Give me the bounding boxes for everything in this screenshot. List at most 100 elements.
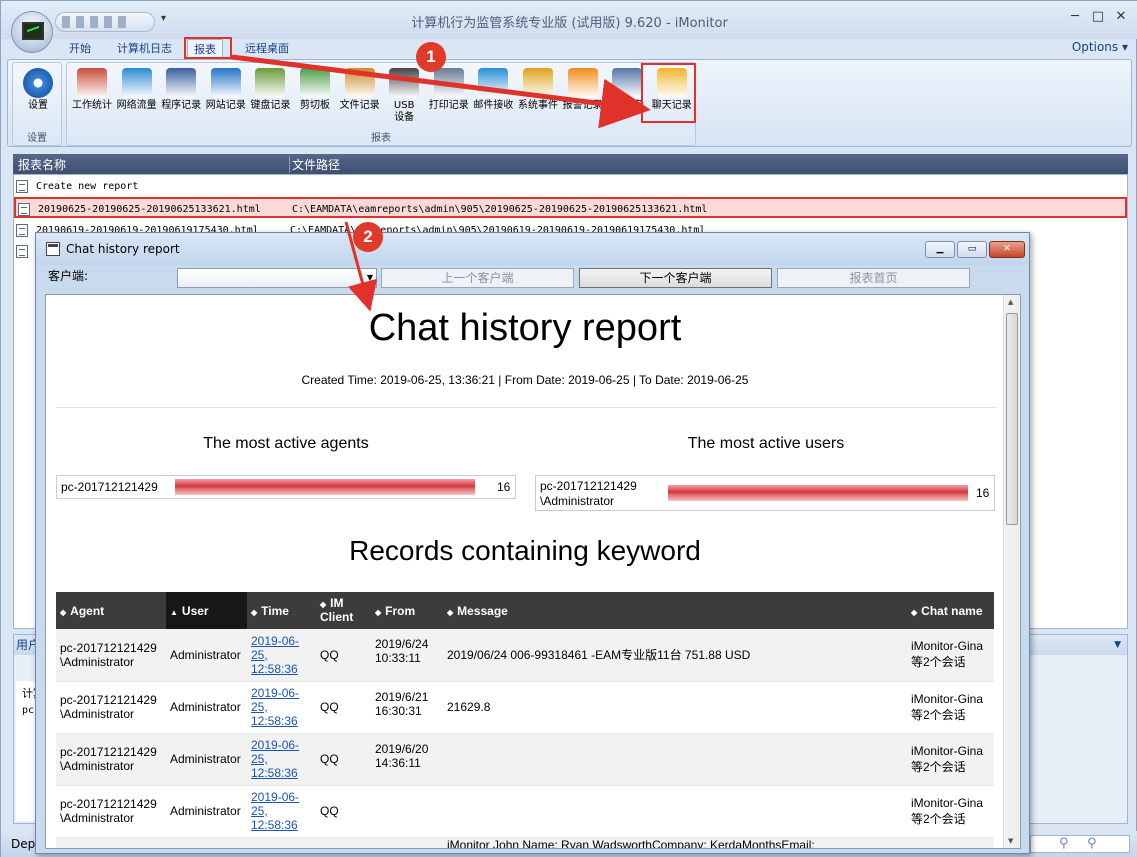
minimize-button[interactable]: ─ bbox=[1064, 9, 1086, 27]
agent-cell: pc-201712121429 \Administrator bbox=[56, 785, 166, 838]
program-log-icon bbox=[166, 68, 197, 98]
keyword-icon bbox=[612, 68, 643, 98]
im-client-cell: QQ bbox=[316, 785, 371, 838]
reports-group-label: 报表 bbox=[371, 133, 391, 144]
time-link[interactable]: 2019-06- 25, 12:58:36 bbox=[251, 738, 312, 780]
ribbon-button-10[interactable]: 系统事件 bbox=[515, 65, 561, 131]
tab-start[interactable]: 开始 bbox=[63, 39, 97, 59]
scroll-down-icon[interactable]: ▼ bbox=[1008, 837, 1013, 845]
previous-client-button[interactable]: 上一个客户端 bbox=[381, 268, 574, 288]
ribbon-button-5[interactable]: 剪切板 bbox=[292, 65, 338, 131]
report-path: C:\EAMDATA\eamreports\admin\905\20190625… bbox=[292, 204, 708, 215]
report-name: 20190625-20190625-20190625133621.html bbox=[38, 204, 261, 215]
column-agent[interactable]: ◆ Agent bbox=[56, 592, 166, 629]
ribbon-button-7[interactable]: USB 设备 bbox=[381, 65, 427, 131]
mail-receive-icon bbox=[478, 68, 509, 98]
zoom-control[interactable]: ⚲ ⚲ bbox=[1030, 835, 1130, 853]
tab-remote-desktop[interactable]: 远程桌面 bbox=[239, 39, 295, 59]
list-item-selected[interactable]: 20190625-20190625-20190625133621.html C:… bbox=[14, 197, 1127, 218]
application-menu-button[interactable] bbox=[11, 11, 53, 53]
dialog-maximize-button[interactable]: ▭ bbox=[957, 241, 987, 258]
user-cell: Administrator bbox=[166, 681, 247, 734]
time-link[interactable]: 2019-06- 25, 12:58:36 bbox=[251, 686, 312, 728]
im-client-cell: QQ bbox=[316, 681, 371, 734]
column-chat-name[interactable]: ◆ Chat name bbox=[907, 592, 994, 629]
settings-button[interactable]: 设置 bbox=[15, 65, 61, 131]
column-file-path[interactable]: 文件路径 bbox=[289, 156, 340, 173]
user-name: pc-201712121429 bbox=[540, 479, 637, 493]
scroll-thumb[interactable] bbox=[1006, 313, 1018, 525]
clipboard-icon bbox=[300, 68, 330, 98]
report-title: Chat history report bbox=[368, 307, 682, 349]
close-button[interactable]: ✕ bbox=[1110, 9, 1132, 27]
ribbon-button-0[interactable]: 工作统计 bbox=[69, 65, 115, 131]
website-log-icon bbox=[210, 68, 241, 98]
ribbon-button-label: 网站记录 bbox=[205, 100, 246, 111]
time-cell[interactable]: 2019-06- 25, 12:58:36 bbox=[247, 629, 316, 682]
next-client-button[interactable]: 下一个客户端 bbox=[579, 268, 772, 288]
ribbon-button-9[interactable]: 邮件接收 bbox=[470, 65, 516, 131]
usb-device-icon bbox=[389, 68, 420, 98]
top-agent-row: pc-201712121429 16 bbox=[56, 475, 516, 499]
from-cell: 2019/6/24 10:33:11 bbox=[371, 629, 443, 682]
ribbon-button-6[interactable]: 文件记录 bbox=[337, 65, 383, 131]
print-log-icon bbox=[433, 68, 464, 98]
chat-log-highlight bbox=[641, 63, 696, 123]
ribbon-button-4[interactable]: 键盘记录 bbox=[247, 65, 293, 131]
ribbon-button-label: 系统事件 bbox=[518, 100, 558, 111]
options-menu[interactable]: Options ▾ bbox=[1072, 40, 1128, 54]
system-event-icon bbox=[523, 68, 553, 98]
column-message[interactable]: ◆ Message bbox=[443, 592, 907, 629]
user-cell: Administrator bbox=[166, 785, 247, 838]
step-2-badge: 2 bbox=[353, 222, 383, 252]
time-cell[interactable]: 2019-06- 25, 12:58:36 bbox=[247, 733, 316, 786]
document-icon bbox=[16, 224, 28, 237]
from-cell: 2019/6/21 16:30:31 bbox=[371, 681, 443, 734]
dialog-toolbar: 客户端: ▼ 上一个客户端 下一个客户端 报表首页 bbox=[44, 265, 1023, 291]
ribbon-button-label: 键盘记录 bbox=[250, 100, 291, 111]
user-count: 16 bbox=[976, 486, 990, 500]
chat-history-dialog: Chat history report ▁ ▭ ✕ 客户端: ▼ 上一个客户端 … bbox=[35, 232, 1030, 854]
document-icon bbox=[16, 245, 28, 258]
time-link[interactable]: 2019-06- 25, 12:58:36 bbox=[251, 634, 312, 676]
ribbon-button-label: 文件记录 bbox=[339, 100, 380, 111]
ribbon-button-label: 剪切板 bbox=[300, 100, 330, 111]
time-cell[interactable]: 2019-06- 25, 12:58:36 bbox=[247, 681, 316, 734]
report-list-header: 报表名称 文件路径 bbox=[13, 154, 1128, 174]
ribbon-button-1[interactable]: 网络流量 bbox=[114, 65, 160, 131]
column-from[interactable]: ◆ From bbox=[371, 592, 443, 629]
column-time[interactable]: ◆ Time bbox=[247, 592, 316, 629]
from-cell: 2019/6/20 14:36:11 bbox=[371, 733, 443, 786]
dialog-close-button[interactable]: ✕ bbox=[989, 241, 1025, 258]
vertical-scrollbar[interactable]: ▲ ▼ bbox=[1003, 295, 1020, 848]
dialog-minimize-button[interactable]: ▁ bbox=[925, 241, 955, 258]
window-title: 计算机行为监管系统专业版 (试用版) 9.620 - iMonitor bbox=[411, 16, 728, 31]
column-im-client[interactable]: ◆ IM Client bbox=[316, 592, 371, 629]
zoom-out-icon[interactable]: ⚲ bbox=[1059, 836, 1069, 851]
scroll-up-icon[interactable]: ▲ bbox=[1008, 298, 1013, 306]
column-report-name[interactable]: 报表名称 bbox=[18, 156, 66, 173]
zoom-in-icon[interactable]: ⚲ bbox=[1087, 836, 1097, 851]
user-name-line2: \Administrator bbox=[540, 494, 615, 508]
agent-cell: pc-201712121429 \Administrator bbox=[56, 733, 166, 786]
ribbon-button-11[interactable]: 报警记录 bbox=[560, 65, 606, 131]
ribbon-button-3[interactable]: 网站记录 bbox=[203, 65, 249, 131]
title-bar: ▾ 计算机行为监管系统专业版 (试用版) 9.620 - iMonitor ─ … bbox=[1, 1, 1137, 39]
document-icon bbox=[18, 203, 30, 216]
list-item[interactable]: Create new report bbox=[14, 176, 1127, 197]
column-user[interactable]: ▲ User bbox=[166, 592, 247, 629]
message-cell: 2019/06/24 006-99318461 -EAM专业版11台 751.8… bbox=[443, 629, 907, 682]
chat-name-cell: iMonitor-Gina 等2个会话 bbox=[907, 629, 994, 682]
tab-computer-log[interactable]: 计算机日志 bbox=[111, 39, 178, 59]
chevron-down-icon[interactable]: ▼ bbox=[1114, 635, 1121, 655]
client-select[interactable]: ▼ bbox=[177, 268, 377, 288]
agent-count: 16 bbox=[497, 480, 511, 494]
time-link[interactable]: 2019-06- 25, 12:58:36 bbox=[251, 790, 312, 832]
gear-icon bbox=[23, 68, 53, 98]
maximize-button[interactable]: □ bbox=[1087, 9, 1109, 27]
ribbon-button-2[interactable]: 程序记录 bbox=[158, 65, 204, 131]
ribbon-tab-bar: 开始 计算机日志 报表 远程桌面 Options ▾ bbox=[1, 37, 1137, 59]
ribbon-button-8[interactable]: 打印记录 bbox=[426, 65, 472, 131]
time-cell[interactable]: 2019-06- 25, 12:58:36 bbox=[247, 785, 316, 838]
report-home-button[interactable]: 报表首页 bbox=[777, 268, 970, 288]
